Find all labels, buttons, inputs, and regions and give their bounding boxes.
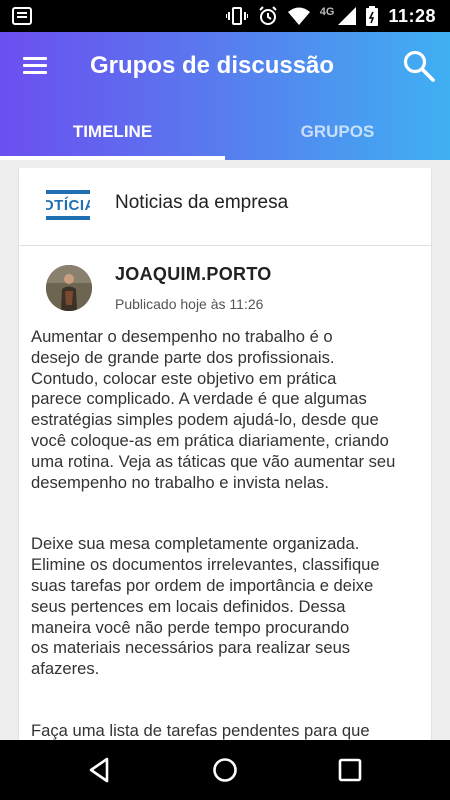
app-bar: Grupos de discussão TIMELINE GRUPOS [0, 32, 450, 160]
tab-timeline[interactable]: TIMELINE [0, 104, 225, 160]
system-nav-bar [0, 740, 450, 800]
post-paragraph: Aumentar o desempenho no trabalho é o de… [31, 327, 396, 492]
post-paragraph: Deixe sua mesa completamente organizada.… [31, 534, 380, 679]
vibrate-icon [225, 7, 248, 25]
battery-icon [366, 6, 379, 26]
menu-icon[interactable] [21, 54, 49, 76]
back-icon[interactable] [87, 757, 113, 783]
recent-apps-icon[interactable] [337, 757, 363, 783]
status-bar: 4G 11:28 [0, 0, 450, 32]
post-header: JOAQUIM.PORTO Publicado hoje às 11:26 [19, 260, 431, 320]
tab-grupos[interactable]: GRUPOS [225, 104, 450, 160]
home-icon[interactable] [212, 757, 238, 783]
group-header[interactable]: OTÍCIA Noticias da empresa [19, 168, 431, 246]
alarm-icon [259, 6, 277, 25]
post-author[interactable]: JOAQUIM.PORTO [115, 264, 272, 285]
signal-icon [338, 7, 357, 25]
page-title: Grupos de discussão [90, 52, 335, 79]
status-icons: 4G 11:28 [225, 0, 436, 32]
tab-indicator [0, 156, 225, 160]
post-body: Aumentar o desempenho no trabalho é o de… [31, 327, 426, 740]
group-name: Noticias da empresa [115, 192, 289, 213]
status-time: 11:28 [388, 5, 436, 26]
post-timestamp: Publicado hoje às 11:26 [115, 296, 264, 312]
network-type: 4G [319, 6, 335, 18]
tab-bar: TIMELINE GRUPOS [0, 104, 450, 160]
group-logo-text: OTÍCIA [46, 197, 90, 214]
wifi-icon [287, 7, 310, 25]
post-card: OTÍCIA Noticias da empresa JOAQUIM.PORTO… [19, 168, 431, 740]
notification-icon [12, 7, 32, 25]
search-icon[interactable] [402, 49, 436, 83]
avatar[interactable] [46, 265, 92, 311]
post-paragraph: Faça uma lista de tarefas pendentes para… [31, 720, 370, 740]
avatar-image [46, 265, 92, 311]
group-logo: OTÍCIA [46, 186, 90, 224]
